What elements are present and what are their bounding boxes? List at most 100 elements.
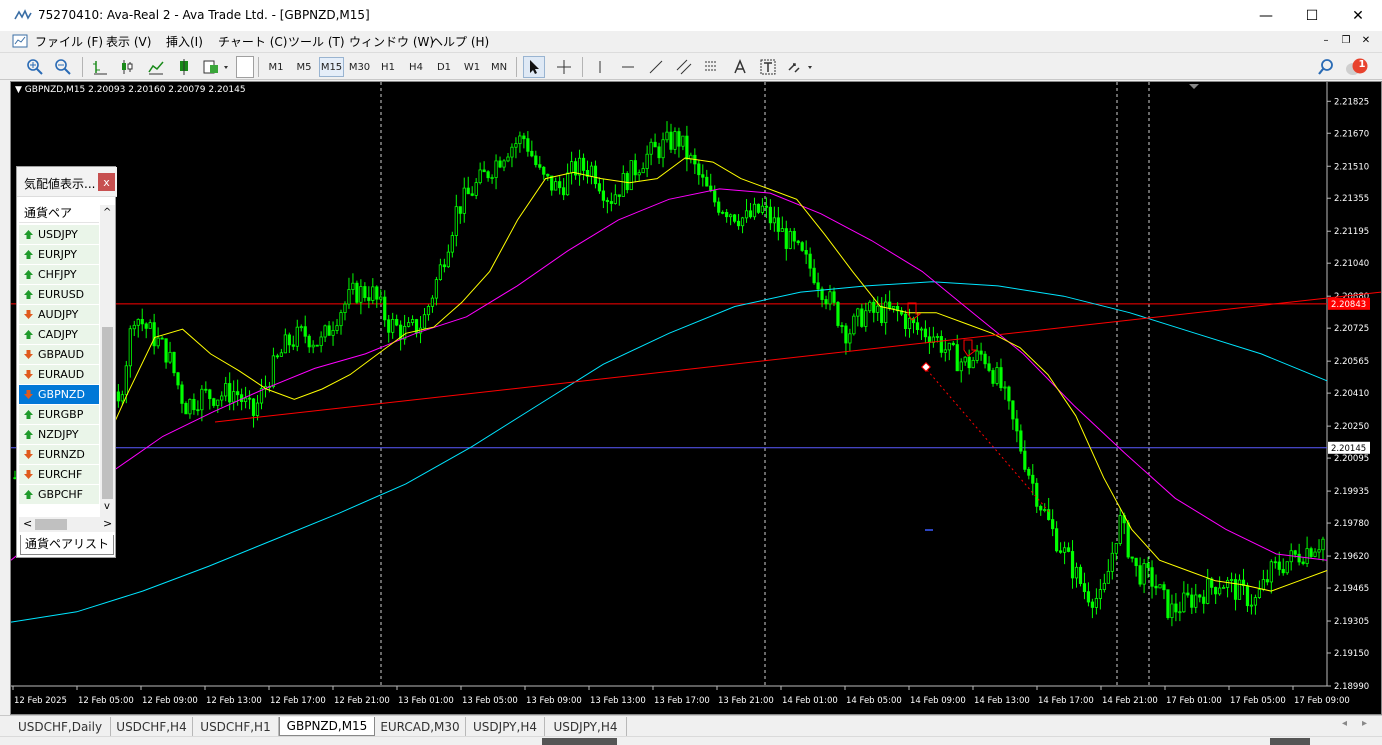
channel-button[interactable] [673, 56, 695, 78]
fibonacci-button[interactable] [701, 56, 723, 78]
indicators-button[interactable] [201, 56, 231, 78]
symbol-row[interactable]: EURCHF [19, 465, 99, 485]
chart-tab[interactable]: USDJPY,H4 [545, 717, 627, 736]
bar-chart-button[interactable] [89, 56, 111, 78]
timeframe-m30-button[interactable]: M30 [347, 57, 372, 77]
zoom-out-button[interactable] [52, 56, 74, 78]
candle-body [482, 169, 486, 173]
trendline-button[interactable] [645, 56, 667, 78]
metatrader-logo-icon [14, 9, 32, 20]
x-tick-label: 14 Feb 09:00 [910, 696, 966, 706]
candle-body [494, 160, 498, 178]
candle-body [848, 333, 852, 344]
scroll-left-icon[interactable]: < [23, 517, 32, 530]
vertical-scroll-thumb[interactable] [102, 327, 113, 499]
text-button[interactable] [729, 56, 751, 78]
horizontal-line-button[interactable] [617, 56, 639, 78]
chart-tab[interactable]: USDCHF,H4 [111, 717, 193, 736]
template-selector[interactable] [236, 56, 254, 78]
notifications-button[interactable]: 1 [1344, 56, 1370, 78]
timeframe-w1-button[interactable]: W1 [460, 57, 484, 77]
chart-tab[interactable]: GBPNZD,M15 [279, 717, 375, 736]
line-chart-button[interactable] [145, 56, 167, 78]
minimize-button[interactable]: — [1243, 0, 1289, 31]
candlestick-icon [122, 60, 133, 74]
timeframe-mn-button[interactable]: MN [487, 57, 511, 77]
candle-body [1098, 589, 1102, 599]
candle-body [1166, 589, 1170, 618]
timeframe-h4-button[interactable]: H4 [404, 57, 428, 77]
symbol-row[interactable]: EURAUD [19, 365, 99, 385]
symbol-name: GBPNZD [38, 388, 85, 401]
menu-help[interactable]: ヘルプ (H) [431, 33, 489, 50]
market-watch-titlebar[interactable]: 気配値表示... x [17, 167, 117, 197]
symbol-row[interactable]: GBPCHF [19, 485, 99, 505]
symbol-row[interactable]: GBPAUD [19, 345, 99, 365]
symbol-row[interactable]: USDJPY [19, 225, 99, 245]
chart-window[interactable]: 2.21825 2.21670 2.21510 2.21355 2.21195 2.210… [10, 81, 1382, 715]
chart-tab[interactable]: USDCHF,Daily [10, 717, 111, 736]
symbol-row[interactable]: CHFJPY [19, 265, 99, 285]
timeframe-d1-button[interactable]: D1 [432, 57, 456, 77]
candle-body [518, 135, 522, 145]
symbol-row[interactable]: NZDJPY [19, 425, 99, 445]
price-up-arrow-icon [23, 489, 34, 500]
candle-body [808, 253, 812, 269]
market-watch-panel: 気配値表示... x 通貨ペア USDJPY EURJPY CHFJPY EURUSD… [16, 166, 117, 558]
menu-insert[interactable]: 挿入(I) [166, 33, 203, 50]
menu-window[interactable]: ウィンドウ (W) [349, 33, 434, 50]
y-tick-label: 2.20410 [1334, 389, 1369, 399]
symbol-row[interactable]: CADJPY [19, 325, 99, 345]
timeframe-m1-button[interactable]: M1 [264, 57, 288, 77]
close-button[interactable]: ✕ [1335, 0, 1381, 31]
crosshair-button[interactable] [553, 56, 575, 78]
mdi-close-button[interactable]: ✕ [1358, 34, 1374, 48]
scroll-up-icon[interactable]: ^ [103, 207, 111, 218]
vertical-line-button[interactable] [589, 56, 611, 78]
symbol-list-tab[interactable]: 通貨ペアリスト [20, 535, 114, 555]
collapse-arrow-icon[interactable]: ▼ [15, 85, 22, 95]
candlestick-button[interactable] [116, 56, 138, 78]
text-label-button[interactable] [757, 56, 779, 78]
zoom-in-button[interactable] [24, 56, 46, 78]
chart-tab[interactable]: USDJPY,H4 [466, 717, 545, 736]
menu-file[interactable]: ファイル (F) [35, 33, 103, 50]
chart-tab[interactable]: USDCHF,H1 [193, 717, 279, 736]
timeframe-m15-button[interactable]: M15 [319, 57, 344, 77]
symbol-row[interactable]: EURGBP [19, 405, 99, 425]
maximize-button[interactable]: ☐ [1289, 0, 1335, 31]
candle-body [609, 201, 613, 204]
scroll-right-icon[interactable]: > [103, 517, 112, 530]
search-button[interactable] [1315, 56, 1337, 78]
symbol-row[interactable]: AUDJPY [19, 305, 99, 325]
menu-chart[interactable]: チャート (C) [218, 33, 287, 50]
chart-tab[interactable]: EURCAD,M30 [375, 717, 466, 736]
market-watch-close-button[interactable]: x [98, 173, 115, 191]
market-watch-column-header[interactable]: 通貨ペア [19, 203, 99, 223]
candle-body [892, 305, 896, 309]
scroll-down-icon[interactable]: v [104, 501, 110, 512]
timeframe-m5-button[interactable]: M5 [292, 57, 316, 77]
arrows-button[interactable] [785, 56, 815, 78]
tab-scroll-right-icon[interactable]: ▸ [1362, 718, 1367, 729]
menu-tools[interactable]: ツール (T) [288, 33, 345, 50]
timeframe-h1-button[interactable]: H1 [376, 57, 400, 77]
market-watch-horizontal-scrollbar[interactable]: < > [19, 517, 115, 532]
cursor-button[interactable] [523, 56, 545, 78]
menu-view[interactable]: 表示 (V) [106, 33, 151, 50]
horizontal-scroll-thumb[interactable] [35, 519, 67, 530]
candle-body [359, 286, 363, 303]
symbol-row[interactable]: GBPNZD [19, 385, 99, 405]
symbol-row[interactable]: EURUSD [19, 285, 99, 305]
y-tick-label: 2.21040 [1334, 259, 1369, 269]
symbol-row[interactable]: EURNZD [19, 445, 99, 465]
auto-scroll-button[interactable] [173, 56, 195, 78]
tab-scroll-left-icon[interactable]: ◂ [1342, 718, 1347, 729]
market-watch-vertical-scrollbar[interactable]: ^ v [100, 205, 115, 517]
candle-body [788, 230, 792, 249]
mdi-minimize-button[interactable]: – [1318, 34, 1334, 48]
symbol-row[interactable]: EURJPY [19, 245, 99, 265]
mdi-restore-button[interactable]: ❐ [1338, 34, 1354, 48]
candle-body [832, 291, 836, 303]
price-chart[interactable]: 2.21825 2.21670 2.21510 2.21355 2.21195 2.210… [11, 82, 1381, 714]
